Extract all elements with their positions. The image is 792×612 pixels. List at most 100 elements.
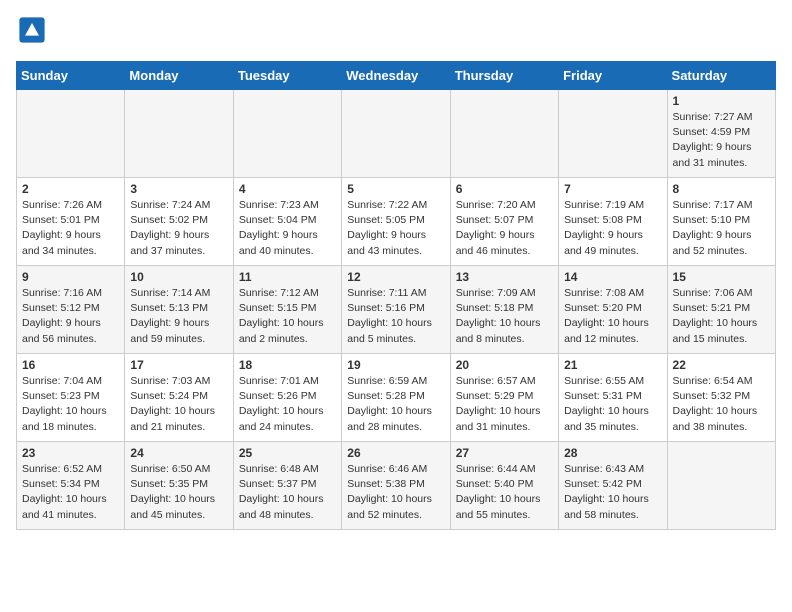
day-info: Sunrise: 7:23 AM Sunset: 5:04 PM Dayligh…	[239, 198, 336, 259]
day-number: 13	[456, 270, 553, 284]
day-cell-2: 2 Sunrise: 7:26 AM Sunset: 5:01 PM Daylig…	[17, 178, 125, 266]
day-cell-18: 18Sunrise: 7:01 AM Sunset: 5:26 PM Dayli…	[233, 354, 341, 442]
empty-cell	[342, 90, 450, 178]
day-info: Sunrise: 7:16 AM Sunset: 5:12 PM Dayligh…	[22, 286, 119, 347]
day-number: 7	[564, 182, 661, 196]
day-info: Sunrise: 6:57 AM Sunset: 5:29 PM Dayligh…	[456, 374, 553, 435]
day-cell-23: 23 Sunrise: 6:52 AM Sunset: 5:34 PM Dayli…	[17, 442, 125, 530]
weekday-header-tuesday: Tuesday	[233, 62, 341, 90]
weekday-header-wednesday: Wednesday	[342, 62, 450, 90]
empty-cell	[450, 90, 558, 178]
logo	[16, 16, 50, 49]
day-info: Sunrise: 6:44 AM Sunset: 5:40 PM Dayligh…	[456, 462, 553, 523]
day-cell-17: 17 Sunrise: 7:03 AM Sunset: 5:24 PM Dayli…	[125, 354, 233, 442]
weekday-header-row: SundayMondayTuesdayWednesdayThursdayFrid…	[17, 62, 776, 90]
day-info: Sunrise: 6:55 AM Sunset: 5:31 PM Dayligh…	[564, 374, 661, 435]
day-cell-28: 28 Sunrise: 6:43 AM Sunset: 5:42 PM Dayli…	[559, 442, 667, 530]
day-info: Sunrise: 6:52 AM Sunset: 5:34 PM Dayligh…	[22, 462, 119, 523]
day-info: Sunrise: 6:54 AM Sunset: 5:32 PM Dayligh…	[673, 374, 770, 435]
day-cell-11: 11 Sunrise: 7:12 AM Sunset: 5:15 PM Dayli…	[233, 266, 341, 354]
day-number: 21	[564, 358, 661, 372]
week-row-1: 1 Sunrise: 7:27 AM Sunset: 4:59 PM Daylig…	[17, 90, 776, 178]
weekday-header-saturday: Saturday	[667, 62, 775, 90]
day-info: Sunrise: 7:26 AM Sunset: 5:01 PM Dayligh…	[22, 198, 119, 259]
day-info: Sunrise: 6:43 AM Sunset: 5:42 PM Dayligh…	[564, 462, 661, 523]
day-cell-4: 4 Sunrise: 7:23 AM Sunset: 5:04 PM Daylig…	[233, 178, 341, 266]
calendar-header	[16, 16, 776, 49]
day-cell-22: 22 Sunrise: 6:54 AM Sunset: 5:32 PM Dayli…	[667, 354, 775, 442]
week-row-4: 16Sunrise: 7:04 AM Sunset: 5:23 PM Dayli…	[17, 354, 776, 442]
day-info: Sunrise: 7:20 AM Sunset: 5:07 PM Dayligh…	[456, 198, 553, 259]
week-row-3: 9 Sunrise: 7:16 AM Sunset: 5:12 PM Daylig…	[17, 266, 776, 354]
day-info: Sunrise: 7:27 AM Sunset: 4:59 PM Dayligh…	[673, 110, 770, 171]
empty-cell	[233, 90, 341, 178]
day-cell-13: 13 Sunrise: 7:09 AM Sunset: 5:18 PM Dayli…	[450, 266, 558, 354]
day-info: Sunrise: 7:22 AM Sunset: 5:05 PM Dayligh…	[347, 198, 444, 259]
day-number: 19	[347, 358, 444, 372]
day-info: Sunrise: 7:17 AM Sunset: 5:10 PM Dayligh…	[673, 198, 770, 259]
day-number: 27	[456, 446, 553, 460]
day-number: 1	[673, 94, 770, 108]
day-cell-7: 7 Sunrise: 7:19 AM Sunset: 5:08 PM Daylig…	[559, 178, 667, 266]
day-cell-16: 16Sunrise: 7:04 AM Sunset: 5:23 PM Dayli…	[17, 354, 125, 442]
day-cell-21: 21 Sunrise: 6:55 AM Sunset: 5:31 PM Dayli…	[559, 354, 667, 442]
day-number: 2	[22, 182, 119, 196]
day-number: 22	[673, 358, 770, 372]
day-info: Sunrise: 6:46 AM Sunset: 5:38 PM Dayligh…	[347, 462, 444, 523]
weekday-header-monday: Monday	[125, 62, 233, 90]
day-number: 28	[564, 446, 661, 460]
day-number: 11	[239, 270, 336, 284]
day-number: 3	[130, 182, 227, 196]
day-number: 5	[347, 182, 444, 196]
empty-cell	[17, 90, 125, 178]
day-info: Sunrise: 6:59 AM Sunset: 5:28 PM Dayligh…	[347, 374, 444, 435]
day-number: 12	[347, 270, 444, 284]
day-cell-14: 14 Sunrise: 7:08 AM Sunset: 5:20 PM Dayli…	[559, 266, 667, 354]
day-cell-26: 26 Sunrise: 6:46 AM Sunset: 5:38 PM Dayli…	[342, 442, 450, 530]
day-number: 25	[239, 446, 336, 460]
day-number: 9	[22, 270, 119, 284]
day-info: Sunrise: 7:19 AM Sunset: 5:08 PM Dayligh…	[564, 198, 661, 259]
day-number: 4	[239, 182, 336, 196]
day-number: 26	[347, 446, 444, 460]
weekday-header-sunday: Sunday	[17, 62, 125, 90]
day-cell-19: 19 Sunrise: 6:59 AM Sunset: 5:28 PM Dayli…	[342, 354, 450, 442]
day-info: Sunrise: 7:24 AM Sunset: 5:02 PM Dayligh…	[130, 198, 227, 259]
day-cell-27: 27 Sunrise: 6:44 AM Sunset: 5:40 PM Dayli…	[450, 442, 558, 530]
day-number: 10	[130, 270, 227, 284]
day-number: 6	[456, 182, 553, 196]
day-cell-20: 20 Sunrise: 6:57 AM Sunset: 5:29 PM Dayli…	[450, 354, 558, 442]
day-cell-24: 24 Sunrise: 6:50 AM Sunset: 5:35 PM Dayli…	[125, 442, 233, 530]
day-info: Sunrise: 6:50 AM Sunset: 5:35 PM Dayligh…	[130, 462, 227, 523]
day-number: 24	[130, 446, 227, 460]
day-info: Sunrise: 7:12 AM Sunset: 5:15 PM Dayligh…	[239, 286, 336, 347]
day-number: 20	[456, 358, 553, 372]
day-cell-1: 1 Sunrise: 7:27 AM Sunset: 4:59 PM Daylig…	[667, 90, 775, 178]
weekday-header-thursday: Thursday	[450, 62, 558, 90]
day-number: 18	[239, 358, 336, 372]
day-cell-8: 8 Sunrise: 7:17 AM Sunset: 5:10 PM Daylig…	[667, 178, 775, 266]
calendar-table: SundayMondayTuesdayWednesdayThursdayFrid…	[16, 61, 776, 530]
empty-cell	[125, 90, 233, 178]
day-number: 14	[564, 270, 661, 284]
day-cell-12: 12 Sunrise: 7:11 AM Sunset: 5:16 PM Dayli…	[342, 266, 450, 354]
day-cell-9: 9 Sunrise: 7:16 AM Sunset: 5:12 PM Daylig…	[17, 266, 125, 354]
day-number: 17	[130, 358, 227, 372]
day-info: Sunrise: 7:11 AM Sunset: 5:16 PM Dayligh…	[347, 286, 444, 347]
day-number: 8	[673, 182, 770, 196]
day-cell-25: 25Sunrise: 6:48 AM Sunset: 5:37 PM Dayli…	[233, 442, 341, 530]
day-info: Sunrise: 7:14 AM Sunset: 5:13 PM Dayligh…	[130, 286, 227, 347]
day-info: Sunrise: 7:09 AM Sunset: 5:18 PM Dayligh…	[456, 286, 553, 347]
day-cell-5: 5 Sunrise: 7:22 AM Sunset: 5:05 PM Daylig…	[342, 178, 450, 266]
day-number: 16	[22, 358, 119, 372]
day-cell-15: 15Sunrise: 7:06 AM Sunset: 5:21 PM Dayli…	[667, 266, 775, 354]
empty-cell	[559, 90, 667, 178]
day-number: 23	[22, 446, 119, 460]
day-info: Sunrise: 7:03 AM Sunset: 5:24 PM Dayligh…	[130, 374, 227, 435]
empty-cell	[667, 442, 775, 530]
weekday-header-friday: Friday	[559, 62, 667, 90]
day-cell-6: 6 Sunrise: 7:20 AM Sunset: 5:07 PM Daylig…	[450, 178, 558, 266]
day-info: Sunrise: 7:08 AM Sunset: 5:20 PM Dayligh…	[564, 286, 661, 347]
day-cell-3: 3 Sunrise: 7:24 AM Sunset: 5:02 PM Daylig…	[125, 178, 233, 266]
week-row-5: 23 Sunrise: 6:52 AM Sunset: 5:34 PM Dayli…	[17, 442, 776, 530]
